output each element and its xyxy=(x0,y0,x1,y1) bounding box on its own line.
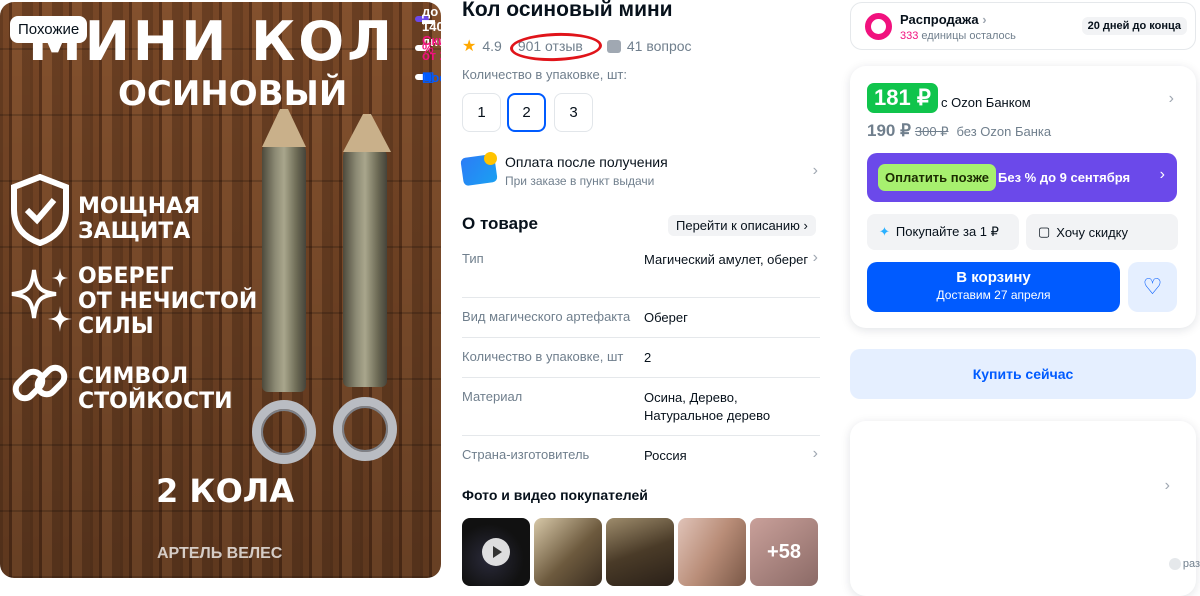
chain-link-icon xyxy=(12,364,68,402)
image-count-text: 2 КОЛА xyxy=(156,472,295,510)
stake-right xyxy=(343,147,387,387)
image-subtitle: ОСИНОВЫЙ xyxy=(118,74,348,114)
customer-photo-thumb[interactable] xyxy=(606,518,674,586)
stake-right-tip xyxy=(343,114,391,152)
buy-box: 181 ₽ с Ozon Банком › 190 ₽300 ₽ без Ozon… xyxy=(850,66,1196,328)
reviews-link[interactable]: 901 отзыв xyxy=(509,31,603,63)
sparkles-icon xyxy=(11,268,72,332)
chevron-right-icon[interactable]: › xyxy=(1165,477,1170,495)
sale-banner[interactable]: Распродажа › 333 единицы осталось 20 дне… xyxy=(850,2,1196,50)
pay-later-button[interactable]: Оплатить позже xyxy=(878,164,996,191)
shield-check-icon xyxy=(11,174,69,246)
installment-badge[interactable]: ▬0% до 140 дней xyxy=(415,2,441,49)
spec-row: Материал Осина, Дерево, Натуральное дере… xyxy=(462,389,820,429)
spec-row: Количество в упаковке, шт 2 xyxy=(462,349,820,369)
customer-video-thumb[interactable] xyxy=(462,518,530,586)
about-title: О товаре xyxy=(462,214,538,233)
rating-value: 4.9 xyxy=(482,38,502,54)
divider xyxy=(462,377,820,378)
pay-later-banner[interactable]: Оплатить позже Без % до 9 сентября › xyxy=(867,153,1177,202)
play-icon xyxy=(482,538,510,566)
ozon-bank-price: 181 ₽ xyxy=(867,83,938,113)
seller-card-placeholder: › xyxy=(850,421,1196,596)
goto-description-button[interactable]: Перейти к описанию › xyxy=(668,215,816,236)
stake-left xyxy=(262,142,306,392)
spec-key: Страна-изготовитель xyxy=(462,447,590,462)
spec-row: Тип Магический амулет, оберег › xyxy=(462,249,820,291)
rating-row: ★ 4.9 901 отзыв 41 вопрос xyxy=(462,31,692,63)
divider xyxy=(462,337,820,338)
chevron-right-icon: › xyxy=(803,218,808,233)
chevron-right-icon: › xyxy=(1159,166,1165,183)
discount-badge[interactable]: %Скидка от 2 ед xyxy=(415,33,441,63)
customer-photo-thumb[interactable] xyxy=(534,518,602,586)
pack-option-2[interactable]: 2 xyxy=(507,93,546,132)
chevron-right-icon[interactable]: › xyxy=(1169,90,1174,108)
spec-value: Россия xyxy=(644,448,687,463)
delivery-date: Доставим 27 апреля xyxy=(936,288,1051,302)
payment-after-receipt[interactable]: Оплата после получения При заказе в пунк… xyxy=(460,152,820,194)
image-brand: АРТЕЛЬ ВЕЛЕС xyxy=(157,545,283,562)
spec-key: Количество в упаковке, шт xyxy=(462,349,624,364)
feature-stability: СИМВОЛ СТОЙКОСТИ xyxy=(78,364,233,414)
postpay-badge[interactable]: ▣Постоплата xyxy=(415,69,441,85)
stake-right-ring xyxy=(333,397,397,461)
spec-row: Страна-изготовитель Россия › xyxy=(462,445,820,467)
customer-photos-title: Фото и видео покупателей xyxy=(462,487,648,503)
partial-text: раз xyxy=(1168,558,1200,570)
chevron-right-icon: › xyxy=(982,12,987,27)
feature-amulet: ОБЕРЕГ ОТ НЕЧИСТОЙ СИЛЫ xyxy=(78,264,258,339)
feature-protection: МОЩНАЯ ЗАЩИТА xyxy=(78,194,201,244)
divider xyxy=(462,435,820,436)
spec-value: Осина, Дерево, Натуральное дерево xyxy=(644,390,771,423)
coin-icon xyxy=(484,152,497,165)
payment-title: Оплата после получения xyxy=(505,154,668,170)
divider xyxy=(462,297,820,298)
product-image[interactable]: МИНИ КОЛ ОСИНОВЫЙ Похожие ▬0% до 140 дне… xyxy=(0,2,441,578)
strike-price: 300 ₽ xyxy=(914,124,949,139)
payment-subtitle: При заказе в пункт выдачи xyxy=(505,174,655,188)
stake-left-ring xyxy=(252,400,316,464)
sale-units-left: 333 единицы осталось xyxy=(900,30,1016,42)
pack-label: Количество в упаковке, шт: xyxy=(462,67,627,82)
spec-row: Вид магического артефакта Оберег xyxy=(462,309,820,329)
chat-percent-icon: ▢ xyxy=(1038,224,1051,239)
sale-icon xyxy=(865,13,892,40)
chevron-right-icon[interactable]: › xyxy=(813,445,818,463)
buy-now-button[interactable]: Купить сейчас xyxy=(850,349,1196,399)
question-icon xyxy=(606,39,621,53)
ozon-bank-note: с Ozon Банком xyxy=(941,95,1031,110)
chevron-right-icon: › xyxy=(812,162,818,179)
spec-key: Вид магического артефакта xyxy=(462,309,631,324)
sale-title: Распродажа › xyxy=(900,12,987,27)
pack-option-1[interactable]: 1 xyxy=(462,93,501,132)
pack-option-3[interactable]: 3 xyxy=(554,93,593,132)
customer-photo-thumb[interactable] xyxy=(678,518,746,586)
questions-link[interactable]: 41 вопрос xyxy=(627,38,692,54)
customer-photos-more[interactable]: +58 xyxy=(750,518,818,586)
add-to-cart-button[interactable]: В корзину Доставим 27 апреля xyxy=(867,262,1120,312)
sparkle-icon: ✦ xyxy=(879,224,890,239)
product-title: Кол осиновый мини xyxy=(462,0,673,21)
spec-key: Материал xyxy=(462,389,523,404)
star-icon: ★ xyxy=(462,38,477,55)
similar-button[interactable]: Похожие xyxy=(10,16,88,43)
buy-for-1-button[interactable]: ✦ Покупайте за 1 ₽ xyxy=(867,214,1019,250)
dot-icon xyxy=(1168,558,1181,570)
chevron-right-icon[interactable]: › xyxy=(813,249,818,267)
red-annotation-circle xyxy=(509,31,603,63)
no-bank-note: без Ozon Банка xyxy=(956,124,1052,139)
want-discount-button[interactable]: ▢ Хочу скидку xyxy=(1026,214,1178,250)
sale-days-left: 20 дней до конца xyxy=(1081,17,1187,35)
regular-price: 190 ₽300 ₽ без Ozon Банка xyxy=(867,121,1052,140)
spec-value: Магический амулет, оберег xyxy=(644,252,809,267)
spec-key: Тип xyxy=(462,251,484,266)
spec-value: 2 xyxy=(644,350,652,365)
favorite-heart-icon[interactable]: ♡ xyxy=(1128,262,1177,312)
stake-left-tip xyxy=(262,109,306,147)
spec-value: Оберег xyxy=(644,310,688,325)
pay-later-text: Без % до 9 сентября xyxy=(998,170,1131,185)
product-page: МИНИ КОЛ ОСИНОВЫЙ Похожие ▬0% до 140 дне… xyxy=(0,0,1200,596)
